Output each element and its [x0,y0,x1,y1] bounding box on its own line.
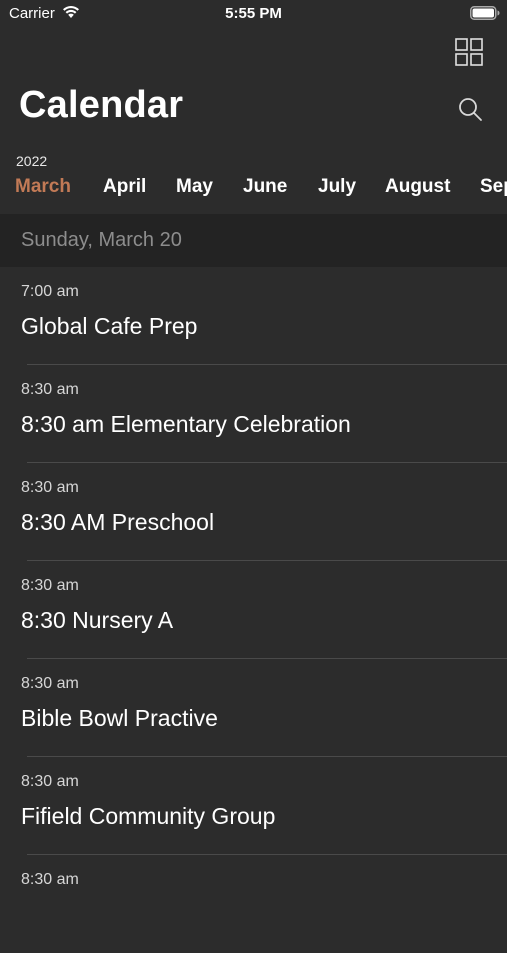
event-title: 8:30 am Elementary Celebration [21,411,351,437]
date-section-header: Sunday, March 20 [0,214,507,267]
grid-view-button[interactable] [455,38,483,66]
event-title: Fifield Community Group [21,803,276,829]
event-time: 8:30 am [21,871,79,888]
event-row[interactable]: 8:30 am [0,855,507,953]
event-title: 8:30 AM Preschool [21,509,215,535]
event-title: 8:30 Nursery A [21,607,174,633]
date-header-label: Sunday, March 20 [21,229,182,251]
event-row[interactable]: 8:30 am Bible Bowl Practive [0,659,507,757]
grid-icon [455,38,483,66]
event-row[interactable]: 8:30 am 8:30 AM Preschool [0,463,507,561]
month-tab-august[interactable]: August [385,176,450,198]
month-tab-july[interactable]: July [318,176,356,198]
month-strip: March April May June July August Sep [0,176,507,204]
event-time: 7:00 am [21,283,79,300]
event-title: Global Cafe Prep [21,313,198,339]
event-row[interactable]: 8:30 am 8:30 Nursery A [0,561,507,659]
event-time: 8:30 am [21,773,79,790]
event-row[interactable]: 8:30 am Fifield Community Group [0,757,507,855]
event-time: 8:30 am [21,479,79,496]
event-time: 8:30 am [21,675,79,692]
month-tab-june[interactable]: June [243,176,287,198]
search-icon [459,98,482,121]
event-list: 7:00 am Global Cafe Prep 8:30 am 8:30 am… [0,267,507,953]
event-row[interactable]: 7:00 am Global Cafe Prep [0,267,507,365]
page-title: Calendar [19,84,184,126]
status-time: 5:55 PM [225,5,282,22]
event-time: 8:30 am [21,381,79,398]
month-tab-march[interactable]: March [15,176,71,198]
search-button[interactable] [457,96,483,122]
event-title: Bible Bowl Practive [21,705,218,731]
event-time: 8:30 am [21,577,79,594]
year-label: 2022 [16,153,48,169]
month-tab-april[interactable]: April [103,176,146,198]
battery-icon [470,6,500,20]
month-tab-september[interactable]: Sep [480,176,507,198]
status-bar: Carrier 5:55 PM [0,0,507,28]
event-row[interactable]: 8:30 am 8:30 am Elementary Celebration [0,365,507,463]
month-tab-may[interactable]: May [176,176,213,198]
